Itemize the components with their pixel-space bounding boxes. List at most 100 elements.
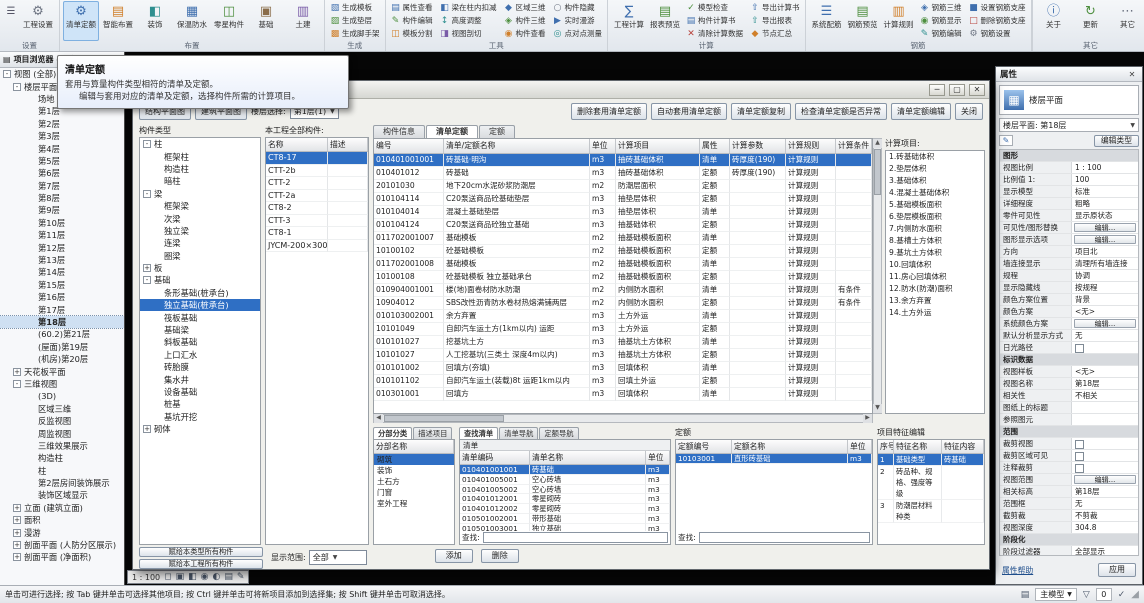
type-tree-item[interactable]: 基坑开挖: [140, 411, 260, 423]
browser-tree-item[interactable]: 第14层: [0, 266, 124, 278]
column-header[interactable]: 清单名称: [530, 451, 646, 464]
cell-rule[interactable]: 计算规则: [786, 375, 836, 388]
ribbon-button[interactable]: ✓ 模型检查: [684, 1, 745, 14]
cell-rule[interactable]: 计算规则: [786, 193, 836, 206]
property-value[interactable]: [1072, 342, 1138, 353]
component-row[interactable]: CTT-3: [266, 215, 368, 228]
ribbon-button[interactable]: ◎ 点对点测量: [551, 27, 605, 40]
browser-tree-item[interactable]: (屋面)第19层: [0, 341, 124, 353]
calc-item[interactable]: 14.土方外运: [886, 307, 984, 319]
property-row[interactable]: 颜色方案 <无>: [1000, 306, 1138, 318]
cell-rule[interactable]: 计算规则: [786, 388, 836, 401]
view-selector-dropdown[interactable]: 楼层平面: 第18层 ▼: [999, 118, 1139, 132]
component-row[interactable]: JYCM-200×300: [266, 240, 368, 253]
type-tree-item[interactable]: 斜板基础: [140, 336, 260, 348]
property-row[interactable]: 范围: [1000, 426, 1138, 438]
type-tree-item[interactable]: 独立梁: [140, 225, 260, 237]
quota-search-input[interactable]: [699, 532, 870, 543]
property-row[interactable]: 标识数据: [1000, 354, 1138, 366]
property-row[interactable]: 相关性 不相关: [1000, 390, 1138, 402]
browser-tree-item[interactable]: - 三维视图: [0, 378, 124, 390]
type-tree-item[interactable]: 圈梁: [140, 250, 260, 262]
type-tree-item[interactable]: 框架柱: [140, 150, 260, 162]
tree-expander-icon[interactable]: +: [143, 264, 151, 272]
browser-tree-item[interactable]: + 天花板平面: [0, 365, 124, 377]
list-search-tab[interactable]: 定额导航: [539, 427, 578, 439]
property-row[interactable]: 阶段化: [1000, 534, 1138, 546]
column-header[interactable]: 清单/定额名称: [444, 139, 590, 153]
apply-to-type-button[interactable]: 赋给本类型所有构件: [139, 547, 263, 557]
browser-tree-item[interactable]: 反监视图: [0, 415, 124, 427]
column-header[interactable]: 单位: [590, 139, 616, 153]
tree-expander-icon[interactable]: -: [13, 83, 21, 91]
column-header[interactable]: 定额编号: [676, 440, 732, 453]
table-row[interactable]: 10101027 人工挖基坑(三类土 深度4m以内) m3 抽基坑土方体积 定额…: [374, 349, 872, 362]
table-row[interactable]: 010401001001 砖基础·明沟 m3 抽砖基础体积 清单 砖厚度(190…: [374, 154, 872, 167]
type-tree-item[interactable]: 框架梁: [140, 200, 260, 212]
browser-tree-item[interactable]: + 剖面平面 (人防分区展示): [0, 539, 124, 551]
table-row[interactable]: 010103002001 余方弃置 m3 土方外运 清单 计算规则: [374, 310, 872, 323]
property-row[interactable]: 截剪裁 不剪裁: [1000, 510, 1138, 522]
column-header[interactable]: 计算项目: [616, 139, 700, 153]
type-tree-item[interactable]: - 梁: [140, 188, 260, 200]
copy-list-button[interactable]: 清单定额复制: [731, 103, 791, 120]
ribbon-button[interactable]: ⚙ 清单定额: [63, 1, 99, 41]
type-tree-item[interactable]: + 砌体: [140, 423, 260, 435]
property-row[interactable]: 裁剪视图: [1000, 438, 1138, 450]
view-control-icon[interactable]: ◻: [164, 572, 171, 582]
scroll-right-icon[interactable]: ▶: [863, 414, 872, 423]
table-row[interactable]: 011702001007 基础模板 m2 抽基础模板面积 清单 计算规则: [374, 232, 872, 245]
tree-expander-icon[interactable]: +: [143, 425, 151, 433]
section-item[interactable]: 装饰: [374, 465, 454, 476]
ribbon-button[interactable]: ⓘ 关于: [1036, 1, 1072, 41]
ribbon-button[interactable]: ↕ 高度调整: [438, 14, 499, 27]
feature-row[interactable]: 2 砖品种、规格、强度等级: [878, 466, 984, 500]
view-control-icon[interactable]: ▤: [224, 572, 233, 582]
property-row[interactable]: 视图比例 1 : 100: [1000, 162, 1138, 174]
property-value[interactable]: [1072, 438, 1138, 449]
table-row[interactable]: 011702001008 基础模板 m2 抽基础模板面积 清单 计算规则: [374, 258, 872, 271]
detail-tab[interactable]: 定额: [479, 125, 515, 138]
delete-applied-list-button[interactable]: 删除套用清单定额: [571, 103, 647, 120]
ribbon-button[interactable]: ◈ 钢筋三维: [918, 1, 964, 14]
browser-tree-item[interactable]: (机房)第20层: [0, 353, 124, 365]
add-button[interactable]: 添加: [435, 549, 473, 563]
property-row[interactable]: 图形: [1000, 150, 1138, 162]
tree-expander-icon[interactable]: -: [143, 276, 151, 284]
table-row[interactable]: 010104124 C20泵送商品砼独立基础 m3 抽基础体积 定额 计算规则: [374, 219, 872, 232]
browser-tree-item[interactable]: 第4层: [0, 142, 124, 154]
column-header[interactable]: 属性: [700, 139, 730, 153]
ribbon-button[interactable]: □ 删除钢筋支座: [967, 14, 1028, 27]
property-row[interactable]: 比例值 1: 100: [1000, 174, 1138, 186]
property-value[interactable]: 编辑...: [1074, 223, 1136, 232]
cell-rule[interactable]: 计算规则: [786, 180, 836, 193]
property-row[interactable]: 系统颜色方案 编辑...: [1000, 318, 1138, 330]
type-tree-item[interactable]: 桩基: [140, 398, 260, 410]
tree-expander-icon[interactable]: +: [13, 553, 21, 561]
browser-tree-item[interactable]: 第18层: [0, 316, 124, 328]
calc-item[interactable]: 2.垫层体积: [886, 163, 984, 175]
maximize-icon[interactable]: ▢: [949, 84, 965, 96]
column-header[interactable]: 编号: [374, 139, 444, 153]
list-row[interactable]: 010401005002 空心砖墙 m3: [460, 485, 670, 495]
calc-item[interactable]: 7.内侧防水面积: [886, 223, 984, 235]
property-value[interactable]: 第18层: [1072, 486, 1138, 497]
property-value[interactable]: 协调: [1072, 270, 1138, 281]
scrollbar-thumb[interactable]: [384, 415, 504, 422]
table-row[interactable]: 10101049 自卸汽车运土方(1km以内) 运距 m3 土方外运 定额 计算…: [374, 323, 872, 336]
calc-item[interactable]: 10.回填体积: [886, 259, 984, 271]
type-tree-item[interactable]: 暗柱: [140, 175, 260, 187]
browser-tree-item[interactable]: 三维效果展示: [0, 440, 124, 452]
minimize-icon[interactable]: ─: [929, 84, 945, 96]
browser-tree-item[interactable]: 第11层: [0, 229, 124, 241]
property-value[interactable]: 不相关: [1072, 390, 1138, 401]
calc-item[interactable]: 11.房心回填体积: [886, 271, 984, 283]
ribbon-button[interactable]: ▤ 报表预览: [647, 1, 683, 41]
scroll-up-icon[interactable]: ▲: [873, 139, 882, 148]
view-control-icon[interactable]: ◉: [201, 572, 209, 582]
calc-item[interactable]: 13.余方弃置: [886, 295, 984, 307]
tree-expander-icon[interactable]: -: [143, 190, 151, 198]
property-value[interactable]: 无: [1072, 498, 1138, 509]
calc-item[interactable]: 12.防水(防潮)面积: [886, 283, 984, 295]
list-search-tab[interactable]: 查找清单: [459, 427, 498, 439]
